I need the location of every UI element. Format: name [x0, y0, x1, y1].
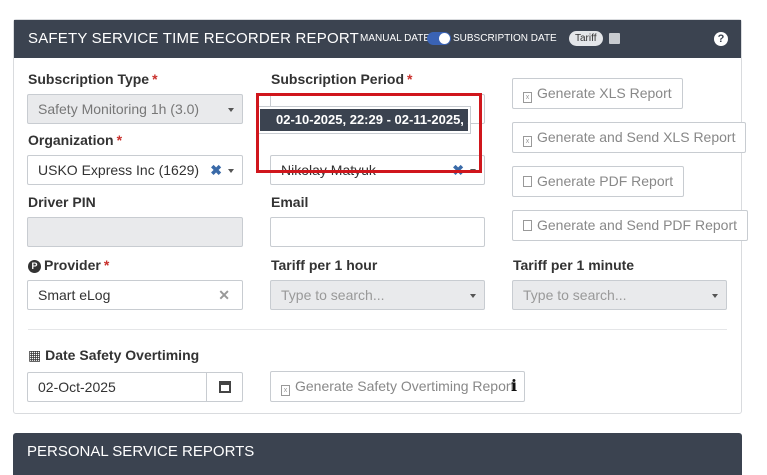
- clear-icon[interactable]: ✕: [218, 281, 230, 309]
- generate-xls-button[interactable]: x Generate XLS Report: [512, 78, 683, 109]
- calendar-icon: ▦: [28, 347, 46, 363]
- panel-title: SAFETY SERVICE TIME RECORDER REPORT: [28, 30, 359, 47]
- email-label: Email: [271, 194, 309, 210]
- driver-pin-input: [27, 217, 243, 247]
- generate-overtiming-button[interactable]: x Generate Safety Overtiming Report: [270, 371, 526, 402]
- subscription-period-label: Subscription Period *: [271, 71, 413, 87]
- provider-icon: P: [28, 260, 41, 273]
- date-overtiming-input[interactable]: 02-Oct-2025: [27, 372, 207, 402]
- xls-file-icon: x: [523, 136, 532, 147]
- chevron-down-icon: [712, 294, 718, 298]
- email-input[interactable]: [270, 217, 485, 247]
- tariff-minute-select: Type to search...: [512, 280, 727, 310]
- panel-header: SAFETY SERVICE TIME RECORDER REPORT MANU…: [14, 20, 741, 58]
- help-icon[interactable]: ?: [714, 32, 728, 46]
- safety-report-panel: SAFETY SERVICE TIME RECORDER REPORT MANU…: [13, 19, 749, 414]
- pdf-file-icon: [523, 176, 532, 187]
- organization-select[interactable]: USKO Express Inc (1629) ✖: [27, 155, 243, 185]
- generate-pdf-button[interactable]: Generate PDF Report: [512, 166, 685, 197]
- personal-reports-panel: PERSONAL SERVICE REPORTS: [13, 433, 742, 475]
- subscription-date-label: SUBSCRIPTION DATE: [453, 33, 557, 44]
- calendar-button[interactable]: [206, 372, 243, 402]
- generate-send-xls-button[interactable]: x Generate and Send XLS Report: [512, 122, 747, 153]
- tariff-hour-select: Type to search...: [270, 280, 485, 310]
- organization-label: Organization *: [28, 132, 123, 148]
- chevron-down-icon: [228, 169, 234, 173]
- manual-date-label: MANUAL DATE: [360, 33, 431, 44]
- date-mode-toggle[interactable]: [427, 32, 451, 45]
- provider-select[interactable]: Smart eLog ✕: [27, 280, 243, 310]
- highlight-annotation: [256, 93, 482, 173]
- date-overtiming-label: ▦ Date Safety Overtiming: [28, 347, 200, 363]
- subscription-type-label: Subscription Type *: [28, 71, 158, 87]
- pdf-file-icon: [523, 220, 532, 231]
- tariff-minute-label: Tariff per 1 minute: [513, 257, 635, 273]
- tariff-checkbox[interactable]: [609, 33, 620, 44]
- provider-label: P Provider *: [28, 257, 109, 273]
- personal-reports-title: PERSONAL SERVICE REPORTS: [27, 443, 255, 460]
- generate-send-pdf-button[interactable]: Generate and Send PDF Report: [512, 210, 749, 241]
- tariff-hour-label: Tariff per 1 hour: [271, 257, 378, 273]
- xls-file-icon: x: [523, 92, 532, 103]
- tariff-badge: Tariff: [569, 31, 603, 46]
- driver-pin-label: Driver PIN: [28, 194, 96, 210]
- chevron-down-icon: [228, 108, 234, 112]
- xls-file-icon: x: [281, 385, 290, 396]
- subscription-type-select: Safety Monitoring 1h (3.0): [27, 94, 243, 124]
- info-icon[interactable]: i: [511, 376, 517, 395]
- chevron-down-icon: [470, 294, 476, 298]
- divider: [28, 329, 727, 330]
- calendar-icon: [219, 381, 231, 393]
- clear-icon[interactable]: ✖: [210, 156, 222, 184]
